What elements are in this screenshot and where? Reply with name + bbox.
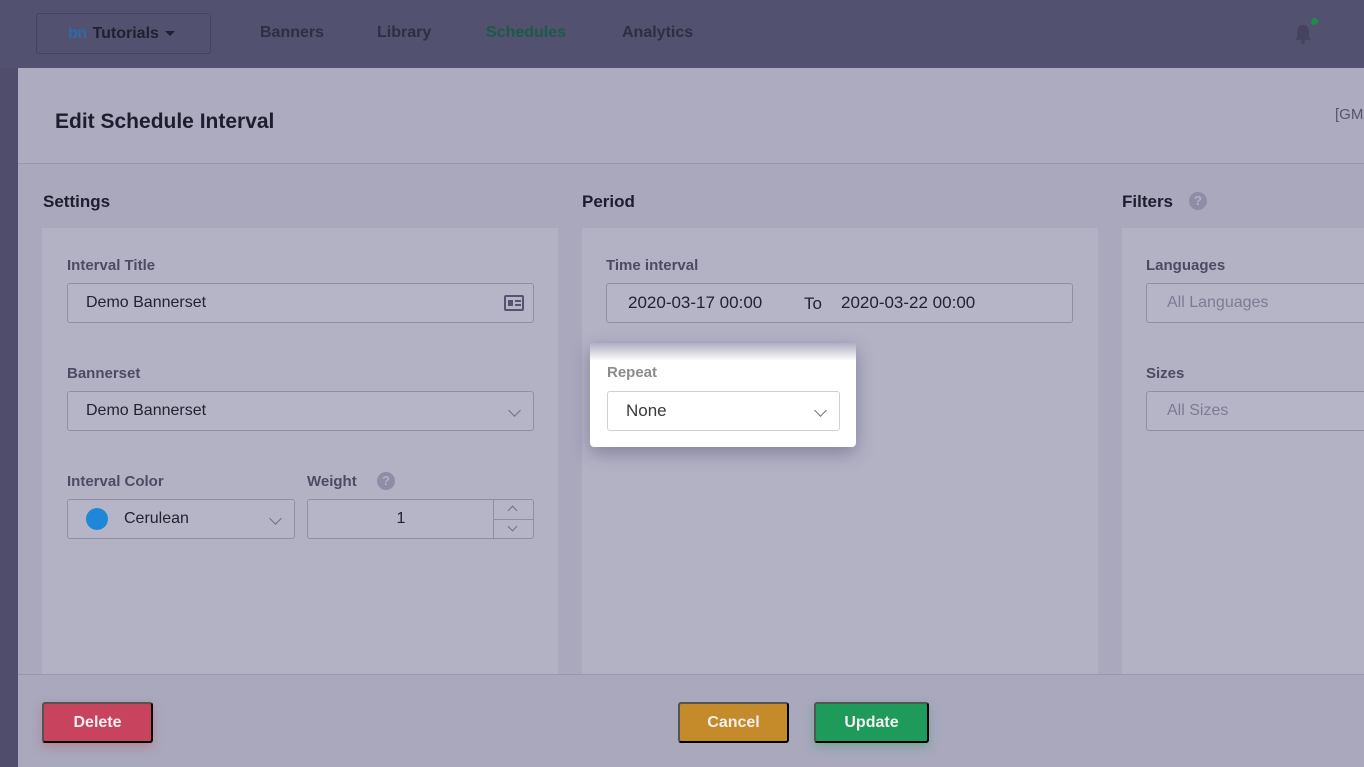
interval-title-label: Interval Title [67,257,156,274]
sizes-select[interactable]: All Sizes [1146,391,1364,431]
brand-logo: bn [68,24,87,42]
time-interval-range[interactable]: 2020-03-17 00:00 To 2020-03-22 00:00 [606,283,1073,323]
nav-analytics[interactable]: Analytics [622,24,693,42]
weight-label: Weight [307,473,357,490]
contact-card-icon [504,295,524,311]
modal-header: Edit Schedule Interval [GM [18,68,1364,164]
period-panel: Time interval 2020-03-17 00:00 To 2020-0… [582,228,1098,675]
footer-divider [18,674,1364,675]
time-interval-to[interactable]: 2020-03-22 00:00 [841,293,975,313]
nav-banners[interactable]: Banners [260,24,324,42]
sizes-placeholder: All Sizes [1167,402,1229,419]
repeat-select[interactable]: None [607,391,840,431]
bannerset-select[interactable]: Demo Bannerset [67,391,534,431]
filters-help-icon[interactable]: ? [1189,192,1207,210]
caret-down-icon [164,31,175,36]
update-button[interactable]: Update [814,702,929,743]
workspace-name: Tutorials [92,24,159,42]
languages-label: Languages [1146,257,1226,274]
filters-panel: Languages All Languages Sizes All Sizes [1122,228,1364,675]
timezone-label: [GM [1335,106,1364,123]
nav-schedules[interactable]: Schedules [486,24,566,42]
workspace-switcher[interactable]: bn Tutorials [36,13,211,54]
languages-select[interactable]: All Languages [1146,283,1364,323]
repeat-label: Repeat [607,364,658,381]
chevron-down-icon[interactable] [507,521,518,532]
top-navigation: bn Tutorials Banners Library Schedules A… [0,0,1364,68]
chevron-down-icon [269,512,282,525]
chevron-up-icon[interactable] [507,505,518,516]
bannerset-value: Demo Bannerset [86,402,207,419]
languages-placeholder: All Languages [1167,294,1269,311]
chevron-down-icon [508,404,521,417]
cancel-button[interactable]: Cancel [678,702,789,743]
repeat-value: None [626,401,667,420]
time-interval-label: Time interval [606,257,699,274]
weight-help-icon[interactable]: ? [377,472,395,490]
modal-title: Edit Schedule Interval [55,110,275,133]
time-interval-to-label: To [804,294,822,313]
interval-title-input[interactable]: Demo Bannerset [67,283,534,323]
settings-title: Settings [43,192,111,211]
bannerset-label: Bannerset [67,365,141,382]
color-swatch [86,508,108,530]
chevron-down-icon [814,404,827,417]
weight-value: 1 [396,510,406,527]
delete-button[interactable]: Delete [42,702,153,743]
interval-color-select[interactable]: Cerulean [67,499,295,539]
period-title: Period [582,192,635,211]
weight-stepper[interactable]: 1 [307,499,534,539]
time-interval-from[interactable]: 2020-03-17 00:00 [628,293,762,313]
sizes-label: Sizes [1146,365,1185,382]
interval-title-value: Demo Bannerset [86,294,207,311]
settings-panel: Interval Title Demo Bannerset Bannerset … [42,228,558,675]
interval-color-label: Interval Color [67,473,164,490]
repeat-spotlight: Repeat None [590,343,856,447]
stepper-controls [493,500,533,538]
interval-color-value: Cerulean [124,510,189,527]
notification-bell-icon[interactable] [1294,24,1312,44]
filters-title: Filters [1122,192,1174,211]
nav-library[interactable]: Library [377,24,431,42]
notification-dot [1311,18,1318,25]
